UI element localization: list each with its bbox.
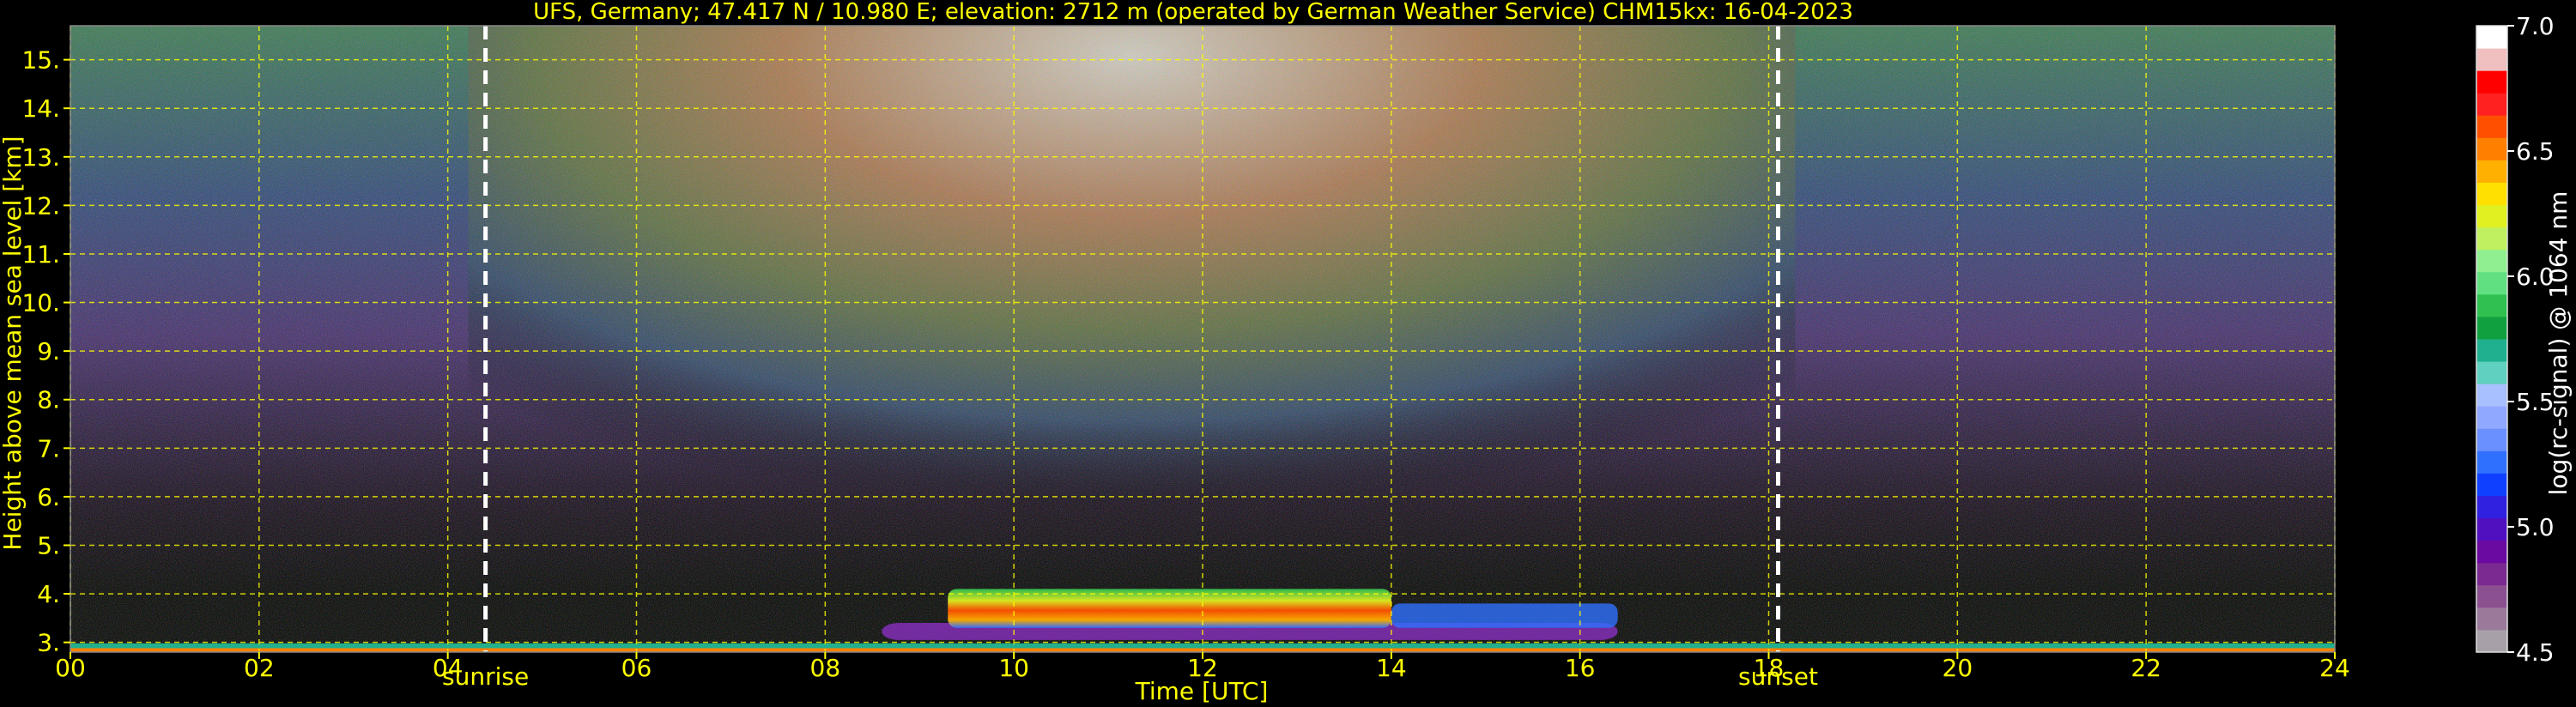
x-tick-label: 24 <box>2319 654 2350 682</box>
y-tick-label: 5. <box>37 532 60 560</box>
colorbar-segment <box>2476 361 2507 384</box>
colorbar-segment <box>2476 70 2507 94</box>
y-tick-label: 10. <box>21 289 60 317</box>
y-tick-label: 11. <box>21 240 60 269</box>
colorbar-segment <box>2476 517 2507 541</box>
x-tick-label: 00 <box>55 654 86 682</box>
colorbar-segment <box>2476 428 2507 451</box>
y-tick-label: 13. <box>21 143 60 172</box>
colorbar-tick-label: 6.5 <box>2516 137 2555 166</box>
colorbar-segment <box>2476 115 2507 138</box>
colorbar-segment <box>2476 562 2507 586</box>
colorbar-segment <box>2476 93 2507 116</box>
x-axis-label: Time [UTC] <box>1135 677 1269 705</box>
colorbar-segment <box>2476 629 2507 653</box>
colorbar-segment <box>2476 293 2507 317</box>
colorbar-label: log(rc-signal) @ 1064 nm <box>2544 191 2573 496</box>
x-tick-label: 20 <box>1943 654 1973 682</box>
colorbar: 4.55.05.56.06.57.0 <box>2476 12 2555 667</box>
colorbar-segment <box>2476 271 2507 295</box>
colorbar-segment <box>2476 316 2507 340</box>
y-tick-label: 4. <box>37 580 60 608</box>
x-tick-label: 04 <box>433 654 464 682</box>
x-tick-label: 06 <box>621 654 652 682</box>
y-tick-label: 14. <box>21 94 60 123</box>
colorbar-segment <box>2476 204 2507 228</box>
x-tick-label: 18 <box>1754 654 1785 682</box>
y-tick-label: 3. <box>37 629 60 657</box>
x-tick-label: 22 <box>2131 654 2161 682</box>
y-tick-label: 8. <box>37 386 60 414</box>
colorbar-segment <box>2476 384 2507 407</box>
ceilometer-chart: sunrise sunset 00 02 04 06 08 10 12 14 16 18 20 22 24… <box>0 0 2573 705</box>
colorbar-segment <box>2476 584 2507 608</box>
y-tick-label: 12. <box>21 191 60 220</box>
colorbar-segment <box>2476 48 2507 71</box>
colorbar-segment <box>2476 137 2507 160</box>
colorbar-segment <box>2476 26 2507 49</box>
colorbar-tick-label: 5.0 <box>2516 513 2555 541</box>
chart-title: UFS, Germany; 47.417 N / 10.980 E; eleva… <box>533 0 1853 25</box>
y-axis-label: Height above mean sea level [km] <box>0 136 27 550</box>
colorbar-tick-label: 7.0 <box>2516 12 2555 40</box>
colorbar-segment <box>2476 495 2507 519</box>
aerosol-layer-tail <box>1391 603 1618 628</box>
y-tick-label: 9. <box>37 337 60 366</box>
x-tick-label: 02 <box>244 654 275 682</box>
x-tick-label: 14 <box>1376 654 1407 682</box>
colorbar-segment <box>2476 339 2507 362</box>
y-tick-label: 7. <box>37 434 60 462</box>
colorbar-segment <box>2476 473 2507 496</box>
colorbar-segment <box>2476 182 2507 206</box>
colorbar-segment <box>2476 450 2507 474</box>
x-tick-label: 10 <box>998 654 1029 682</box>
x-tick-label: 08 <box>810 654 841 682</box>
y-tick-label: 15. <box>21 46 60 75</box>
colorbar-tick-label: 4.5 <box>2516 638 2555 667</box>
colorbar-segment <box>2476 160 2507 183</box>
colorbar-segment <box>2476 227 2507 251</box>
x-tick-label: 16 <box>1565 654 1596 682</box>
colorbar-segment <box>2476 249 2507 273</box>
y-tick-label: 6. <box>37 483 60 511</box>
colorbar-segment <box>2476 607 2507 631</box>
colorbar-segment <box>2476 540 2507 564</box>
colorbar-segment <box>2476 406 2507 429</box>
